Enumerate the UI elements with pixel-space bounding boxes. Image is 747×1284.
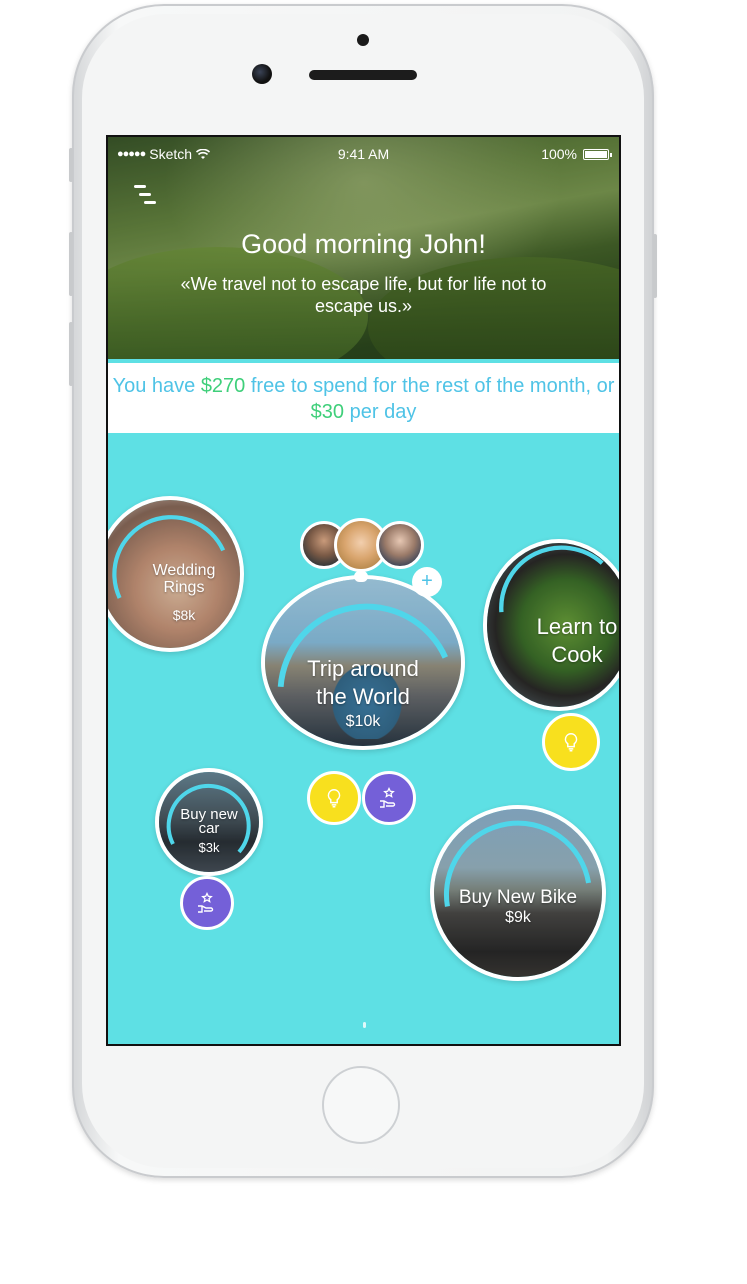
- comment-icon: [354, 571, 368, 582]
- daily-amount: $30: [310, 401, 345, 423]
- goal-bubble-learn-to-cook[interactable]: Learn to Cook: [483, 539, 619, 711]
- goal-bubble-trip-around-the-world[interactable]: Trip around the World $10k: [261, 575, 465, 750]
- budget-summary: You have $270 free to spend for the rest…: [108, 363, 619, 433]
- goal-name: Wedding Rings: [152, 562, 216, 596]
- goal-name: Buy new car: [180, 806, 238, 837]
- goal-bubble-buy-new-bike[interactable]: Buy New Bike $9k: [430, 805, 606, 981]
- add-member-button[interactable]: +: [412, 567, 442, 597]
- greeting-title: Good morning John!: [241, 229, 486, 259]
- home-button[interactable]: [322, 1066, 400, 1144]
- proximity-sensor: [357, 34, 369, 46]
- gift-button[interactable]: [362, 771, 416, 825]
- front-camera: [252, 64, 272, 84]
- quote-text: «We travel not to escape life, but for l…: [180, 274, 547, 316]
- goal-amount: $8k: [172, 607, 196, 623]
- power-button: [653, 234, 657, 298]
- idea-button[interactable]: [307, 771, 361, 825]
- earpiece-speaker: [309, 70, 417, 80]
- volume-up-button: [69, 232, 73, 296]
- app-screen: ●●●●● Sketch 9:41 AM 100% Good morning J…: [106, 135, 621, 1046]
- goal-amount: $10k: [345, 713, 381, 730]
- gift-button[interactable]: [180, 876, 234, 930]
- goal-bubble-buy-new-car[interactable]: Buy new car $3k: [155, 768, 263, 876]
- page-indicator: [363, 1022, 366, 1028]
- lightbulb-icon: [327, 789, 341, 808]
- goal-name: Trip around the World: [307, 656, 419, 709]
- battery-percent: 100%: [541, 146, 577, 162]
- goal-bubble-wedding-rings[interactable]: Wedding Rings $8k: [108, 496, 244, 652]
- goal-name: Buy New Bike: [458, 887, 578, 908]
- header-hero: ●●●●● Sketch 9:41 AM 100% Good morning J…: [108, 137, 619, 397]
- menu-icon[interactable]: [134, 185, 158, 209]
- goal-amount: $9k: [505, 909, 531, 926]
- lightbulb-icon: [564, 733, 578, 752]
- hand-star-icon: [380, 786, 396, 808]
- hand-star-icon: [198, 891, 214, 913]
- mute-switch: [69, 148, 73, 182]
- status-bar: ●●●●● Sketch 9:41 AM 100%: [108, 137, 619, 167]
- goal-amount: $3k: [198, 840, 220, 855]
- battery-icon: [583, 148, 612, 160]
- free-amount: $270: [200, 375, 246, 397]
- avatar[interactable]: [376, 521, 424, 569]
- goal-name: Learn to Cook: [536, 614, 618, 667]
- idea-button[interactable]: [542, 713, 600, 771]
- volume-down-button: [69, 322, 73, 386]
